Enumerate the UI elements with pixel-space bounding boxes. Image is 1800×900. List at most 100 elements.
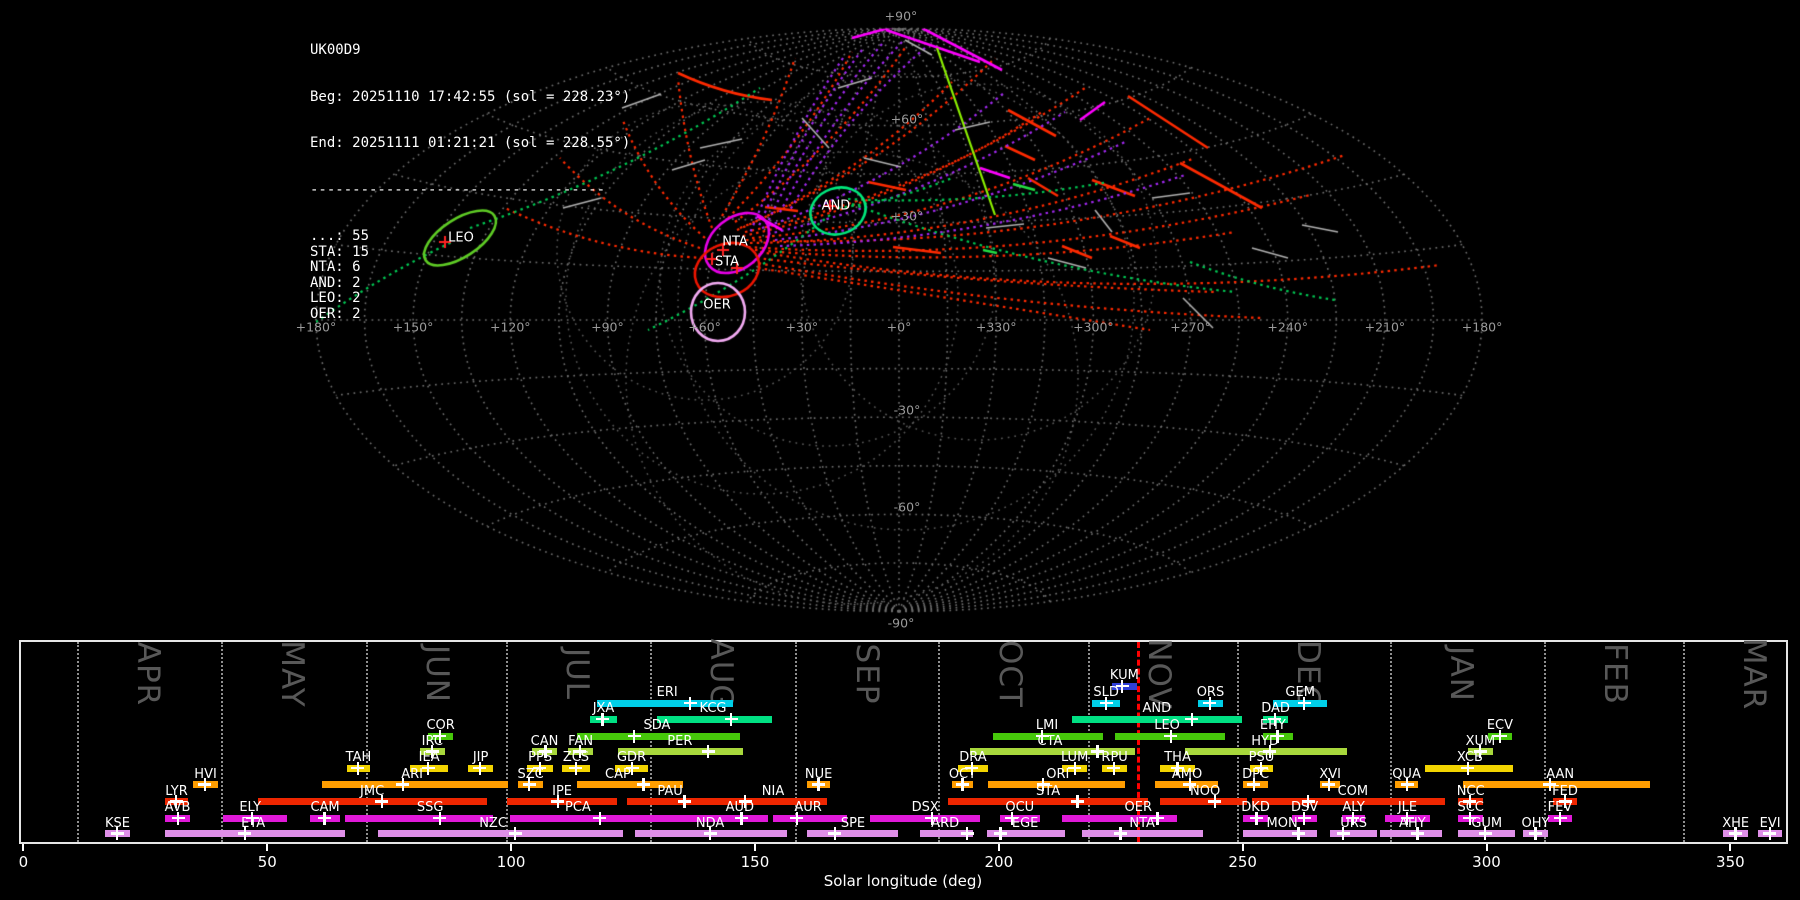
dec-grid-label: +60°: [890, 111, 924, 127]
shower-peak-marker-aur: [790, 811, 804, 825]
ra-grid-label: +300°: [1073, 319, 1114, 335]
shower-peak-marker-kse: [110, 827, 124, 840]
solar-longitude-axis: 0 50 100 150 200 250 300 350 Solar longitude (d…: [0, 844, 1800, 900]
shower-label-cta: CTA: [1037, 733, 1063, 749]
shower-label-ori: ORI: [1046, 766, 1070, 782]
shower-peak-marker-pca: [593, 811, 607, 825]
axis-tick: [997, 844, 1000, 851]
shower-peak-marker-eri: [683, 696, 697, 710]
shower-peak-marker-ahy: [1410, 827, 1424, 840]
shower-peak-marker-xhe: [1728, 827, 1742, 840]
shower-peak-marker-nta: [1113, 827, 1127, 840]
shower-bar-sda: [576, 732, 741, 740]
shower-peak-marker-gem: [1297, 696, 1311, 710]
shower-peak-marker-kcg: [724, 712, 738, 726]
axis-tick-label: 100: [496, 853, 526, 871]
count-line: ...: 55: [310, 228, 370, 244]
radiant-label-nta: NTA: [722, 234, 748, 250]
month-label: JAN: [1443, 646, 1480, 702]
ra-grid-label: +60°: [688, 319, 721, 335]
ra-grid-label: +240°: [1267, 319, 1309, 335]
meteor-radiant-map-screen: +180° +150° +120° +90° +60° +30° +0° +330° +300°…: [0, 0, 1800, 900]
month-separator: [1389, 642, 1392, 842]
shower-peak-marker-qua: [1400, 778, 1414, 791]
axis-tick: [1485, 844, 1488, 851]
shower-peak-marker-dkd: [1249, 811, 1263, 825]
radiant-label-oer: OER: [703, 297, 731, 313]
shower-activity-timeline: APR MAY JUN JUL AUG SEP OCT NOV DEC JAN FEB MAR KUM S…: [19, 638, 1788, 844]
ra-grid-label: +330°: [975, 319, 1017, 335]
month-separator: [1088, 642, 1091, 842]
shower-label-sda: SDA: [643, 718, 671, 733]
axis-tick-label: 200: [984, 853, 1014, 871]
x-axis-title: Solar longitude (deg): [823, 872, 983, 890]
shower-bar-nzc: [377, 830, 624, 837]
shower-peak-marker-hvi: [198, 778, 212, 791]
shower-bar-eta: [164, 830, 345, 837]
dec-grid-label: -60°: [893, 499, 921, 515]
axis-tick-label: 150: [740, 853, 770, 871]
ra-grid-label: +30°: [785, 319, 819, 335]
ra-grid-label: +0°: [886, 319, 912, 335]
shower-bar-sta: [948, 798, 1149, 805]
count-line: OER: 2: [310, 305, 361, 322]
shower-peak-marker-eta: [238, 827, 252, 840]
south-pole-label: -90°: [887, 615, 915, 631]
month-label: NOV: [1141, 638, 1178, 710]
shower-peak-marker-ohy: [1528, 827, 1542, 840]
month-separator: [650, 642, 653, 842]
shower-bar-kcg: [656, 715, 773, 723]
shower-peak-marker-aud: [735, 811, 749, 825]
radiant-label-sta: STA: [714, 254, 740, 270]
shower-peak-marker-dsv: [1297, 811, 1311, 825]
shower-peak-marker-nzc: [508, 827, 522, 840]
shower-peak-marker-sta: [1071, 795, 1085, 808]
shower-peak-marker-evi: [1763, 827, 1777, 840]
shower-peak-marker-lum: [1068, 761, 1082, 775]
shower-peak-marker-per: [701, 745, 715, 758]
axis-tick-label: 250: [1228, 853, 1257, 871]
shower-peak-marker-tah: [351, 761, 365, 775]
month-label: APR: [130, 641, 167, 707]
month-separator: [77, 642, 80, 842]
ra-grid-label: +180°: [1461, 319, 1503, 335]
shower-peak-marker-jxa: [596, 712, 610, 726]
begin-time-line: Beg: 20251110 17:42:55 (sol = 228.23°): [310, 88, 631, 105]
shower-bar-noo: [1160, 798, 1248, 805]
shower-peak-marker-ipe: [551, 795, 565, 808]
shower-peak-marker-noo: [1208, 795, 1222, 808]
shower-bar-mon: [1243, 830, 1318, 837]
shower-peak-marker-szc: [522, 778, 536, 791]
shower-peak-marker-rpu: [1107, 761, 1121, 775]
observation-info-block: UK00D9 Beg: 20251110 17:42:55 (sol = 228…: [310, 12, 630, 353]
shower-peak-marker-gum: [1478, 827, 1492, 840]
axis-tick: [753, 844, 756, 851]
shower-peak-marker-jip: [473, 761, 487, 775]
shower-peak-marker-and: [1185, 712, 1199, 726]
shower-label-spe: SPE: [840, 815, 866, 831]
shower-label-com: COM: [1337, 783, 1369, 799]
month-separator: [220, 642, 223, 842]
month-separator: [506, 642, 509, 842]
shower-peak-marker-nda: [703, 827, 717, 840]
axis-tick-label: 300: [1472, 853, 1501, 871]
shower-peak-marker-urs: [1336, 827, 1350, 840]
shower-peak-marker-xcb: [1461, 761, 1475, 775]
shower-count-list: ...: 55 STA: 15 NTA: 6 AND: 2 LEO: 2 OER: 2: [310, 228, 630, 322]
separator-line: -----------------------------------: [310, 181, 606, 198]
month-label: FEB: [1597, 643, 1634, 705]
month-separator: [1544, 642, 1547, 842]
count-line: AND: 2: [310, 274, 361, 291]
shower-peak-marker-sld: [1099, 696, 1113, 710]
ra-grid-label: +210°: [1364, 319, 1406, 335]
month-separator: [1236, 642, 1239, 842]
shower-peak-marker-ard: [960, 827, 974, 840]
shower-label-and: AND: [1142, 701, 1172, 716]
radiant-label-and: AND: [821, 198, 851, 214]
shower-peak-marker-dpc: [1247, 778, 1261, 791]
shower-peak-marker-ege: [993, 827, 1007, 840]
month-separator: [366, 642, 369, 842]
count-line: LEO: 2: [310, 290, 361, 306]
shower-peak-marker-xvi: [1322, 778, 1336, 791]
shower-peak-marker-ecv: [1493, 729, 1507, 743]
